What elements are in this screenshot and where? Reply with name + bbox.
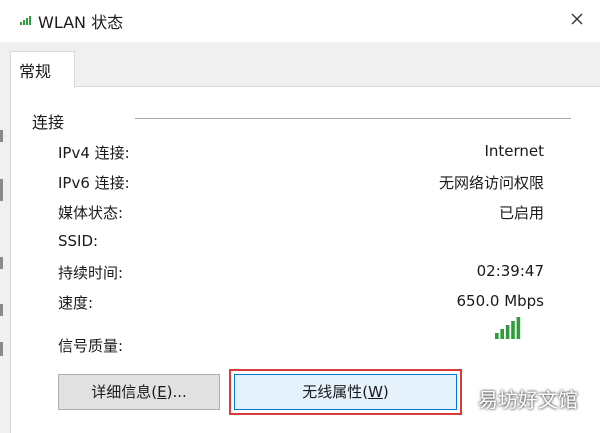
signal-bar: [495, 333, 499, 339]
watermark-text: 易坊好文馆: [478, 388, 578, 412]
edge-mark: [0, 304, 3, 316]
close-button[interactable]: [564, 6, 590, 32]
tab-general[interactable]: 常规: [10, 51, 75, 88]
signal-strength-icon: [495, 317, 521, 339]
ipv6-label: IPv6 连接:: [58, 174, 130, 192]
signal-bar: [500, 329, 504, 339]
details-button-mnemonic: E: [157, 383, 167, 401]
speed-label: 速度:: [58, 294, 94, 312]
title-bar: WLAN 状态: [0, 0, 600, 42]
signal-bar: [516, 317, 521, 339]
edge-mark: [0, 257, 3, 269]
ipv4-value: Internet: [484, 142, 544, 160]
wireless-button-suffix: ): [382, 383, 389, 401]
group-divider: [135, 118, 571, 119]
ipv4-label: IPv4 连接:: [58, 144, 130, 162]
edge-mark: [0, 179, 3, 201]
details-button-suffix: )...: [166, 383, 187, 401]
details-button[interactable]: 详细信息(E)...: [58, 374, 220, 410]
tab-strip: [10, 42, 600, 87]
window-title: WLAN 状态: [38, 13, 124, 32]
details-button-text: 详细信息(: [91, 383, 158, 401]
signal-quality-label: 信号质量:: [58, 337, 124, 355]
window-left-edge: [0, 42, 10, 433]
ssid-label: SSID:: [58, 232, 99, 250]
duration-label: 持续时间:: [58, 264, 124, 282]
wireless-properties-button[interactable]: 无线属性(W): [234, 374, 457, 410]
connection-group-label: 连接: [32, 113, 65, 132]
wifi-signal-icon: [20, 16, 31, 25]
duration-value: 02:39:47: [476, 262, 544, 280]
signal-bar: [505, 325, 510, 339]
ipv6-value: 无网络访问权限: [438, 174, 544, 192]
close-icon: [571, 13, 583, 25]
media-state-value: 已启用: [498, 204, 544, 222]
media-state-label: 媒体状态:: [58, 204, 124, 222]
signal-bar: [511, 321, 515, 339]
edge-mark: [0, 342, 3, 356]
wireless-button-text: 无线属性(: [302, 383, 369, 401]
edge-mark: [0, 130, 3, 142]
wireless-button-mnemonic: W: [368, 383, 383, 401]
speed-value: 650.0 Mbps: [456, 292, 544, 310]
